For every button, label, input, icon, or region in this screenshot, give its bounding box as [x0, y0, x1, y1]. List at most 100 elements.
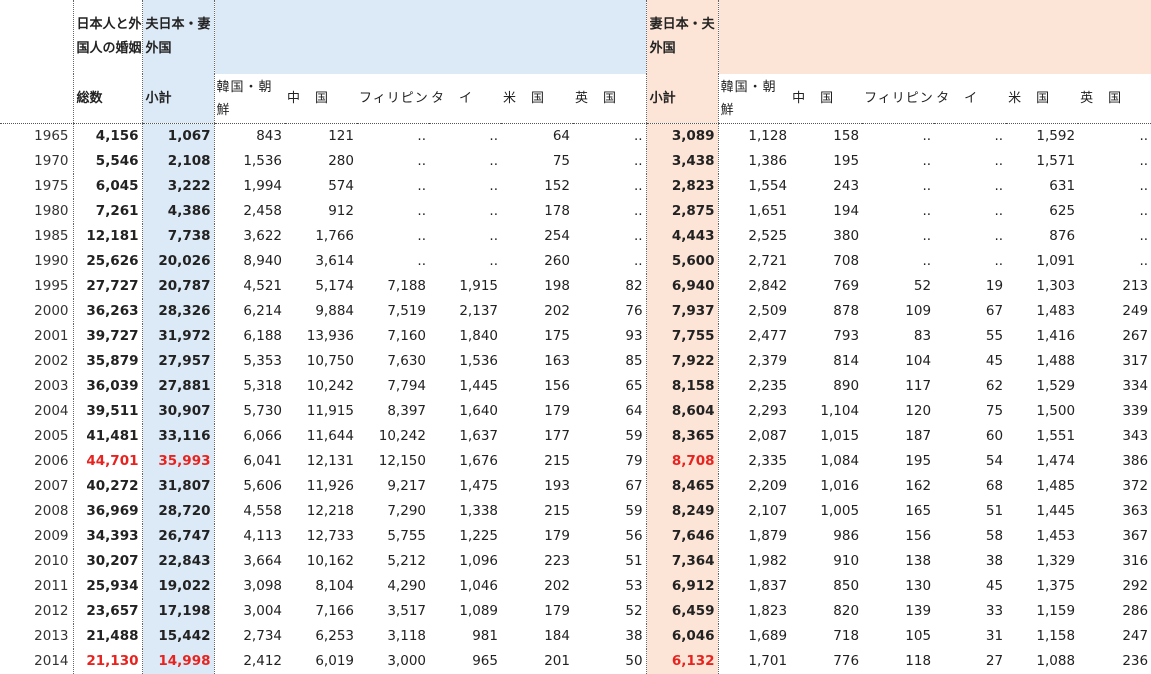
wife-country-cell: 27 — [985, 653, 1004, 669]
husband-country-cell: 8,397 — [387, 403, 426, 419]
wife-country-cell: 1,701 — [717, 649, 791, 674]
husband-country-cell: 6,214 — [213, 299, 285, 324]
wife-country-cell: 165 — [905, 503, 932, 519]
year-cell: 2007 — [34, 478, 69, 494]
husband-country-cell: 11,915 — [306, 403, 354, 419]
wife-country-cell: 850 — [833, 578, 860, 594]
husband-country-cell: 215 — [544, 503, 570, 519]
husband-country-header: フィリピン — [357, 74, 429, 124]
total-cell: 21,130 — [72, 649, 142, 674]
wife-country-cell: 1,474 — [1036, 453, 1076, 469]
wife-country-cell: 776 — [833, 653, 860, 669]
wife-country-cell: .. — [1139, 228, 1149, 244]
wife-subtotal-cell: 6,046 — [645, 624, 719, 649]
wife-country-cell: 625 — [1049, 203, 1076, 219]
wife-country-cell: 1,571 — [1036, 153, 1076, 169]
husband-country-cell: 3,004 — [213, 599, 285, 624]
husband-country-cell: 254 — [544, 228, 570, 244]
year-cell: 2013 — [34, 628, 69, 644]
wife-country-cell: .. — [1139, 128, 1149, 144]
total-cell: 25,934 — [72, 574, 142, 599]
husband-country-cell: 10,242 — [306, 378, 354, 394]
husband-country-cell: 1,096 — [459, 553, 498, 569]
wife-country-cell: 2,721 — [717, 249, 791, 274]
total-cell: 41,481 — [72, 424, 142, 449]
husband-subtotal-cell: 31,807 — [141, 474, 214, 499]
husband-country-cell: 6,066 — [213, 424, 285, 449]
husband-country-cell: 1,994 — [213, 174, 285, 199]
wife-country-cell: 117 — [905, 378, 932, 394]
wife-country-cell: 708 — [833, 253, 860, 269]
husband-subtotal-cell: 4,386 — [141, 199, 214, 224]
husband-country-cell: 7,794 — [387, 378, 426, 394]
husband-country-cell: 163 — [544, 353, 570, 369]
wife-country-cell: 1,016 — [820, 478, 860, 494]
husband-country-cell: 56 — [625, 528, 643, 544]
wife-country-cell: 60 — [985, 428, 1004, 444]
wife-country-cell: 83 — [913, 328, 932, 344]
husband-country-cell: 965 — [472, 653, 498, 669]
wife-subtotal-cell: 8,465 — [645, 474, 719, 499]
wife-country-cell: 1,128 — [717, 123, 791, 149]
husband-country-cell: 156 — [544, 378, 570, 394]
wife-country-cell: 2,107 — [717, 499, 791, 524]
husband-subtotal-cell: 2,108 — [141, 149, 214, 174]
husband-group-band — [213, 0, 647, 74]
husband-country-cell: 6,019 — [315, 653, 354, 669]
husband-country-cell: 2,734 — [213, 624, 285, 649]
husband-country-cell: 5,606 — [213, 474, 285, 499]
husband-country-cell: 5,174 — [315, 278, 354, 294]
husband-country-cell: 179 — [544, 603, 570, 619]
wife-country-cell: 2,209 — [717, 474, 791, 499]
wife-country-cell: .. — [994, 153, 1004, 169]
wife-country-cell: 1,500 — [1036, 403, 1076, 419]
husband-country-cell: 8,104 — [315, 578, 354, 594]
husband-subtotal-cell: 31,972 — [141, 324, 214, 349]
wife-country-cell: 187 — [905, 428, 932, 444]
wife-country-cell: 2,509 — [717, 299, 791, 324]
total-group-header: 日本人と外国人の婚姻 — [72, 0, 142, 74]
wife-subtotal-cell: 7,922 — [645, 349, 719, 374]
wife-country-header: 韓国・朝鮮 — [717, 74, 791, 124]
husband-subtotal-cell: 1,067 — [141, 123, 214, 149]
year-cell: 2002 — [34, 353, 69, 369]
header-corner-cell — [0, 0, 73, 74]
wife-country-cell: 195 — [833, 153, 860, 169]
husband-subtotal-cell: 7,738 — [141, 224, 214, 249]
husband-country-cell: .. — [633, 178, 643, 194]
wife-subtotal-cell: 7,646 — [645, 524, 719, 549]
wife-country-cell: 67 — [985, 303, 1004, 319]
wife-country-cell: .. — [922, 128, 932, 144]
table-row: 2005 41,481 33,116 6,066 11,644 10,242 1,637 17… — [0, 424, 1151, 449]
total-cell: 27,727 — [72, 274, 142, 299]
year-cell: 1975 — [34, 178, 69, 194]
husband-subtotal-cell: 22,843 — [141, 549, 214, 574]
table-row: 2008 36,969 28,720 4,558 12,218 7,290 1,338 215… — [0, 499, 1151, 524]
wife-country-cell: 339 — [1122, 403, 1149, 419]
wife-country-cell: 68 — [985, 478, 1004, 494]
husband-country-cell: 82 — [625, 278, 643, 294]
husband-country-cell: .. — [417, 128, 426, 144]
husband-country-cell: 175 — [544, 328, 570, 344]
year-cell: 1970 — [34, 153, 69, 169]
subtotal-label: 小計 — [649, 90, 676, 106]
wife-country-header: 英 国 — [1078, 74, 1151, 124]
husband-country-header: 韓国・朝鮮 — [213, 74, 285, 124]
total-cell: 12,181 — [72, 224, 142, 249]
husband-subtotal-cell: 33,116 — [141, 424, 214, 449]
wife-country-cell: 363 — [1122, 503, 1149, 519]
wife-country-cell: .. — [994, 203, 1004, 219]
wife-country-cell: 139 — [905, 603, 932, 619]
husband-country-cell: 76 — [625, 303, 643, 319]
total-cell: 44,701 — [72, 449, 142, 474]
husband-country-cell: .. — [633, 253, 643, 269]
total-cell: 5,546 — [72, 149, 142, 174]
country-label: 米 国 — [1008, 91, 1051, 106]
husband-country-cell: 1,640 — [459, 403, 498, 419]
country-label: フィリピン — [359, 91, 429, 106]
husband-country-cell: 11,644 — [306, 428, 354, 444]
wife-country-cell: 38 — [985, 553, 1004, 569]
wife-country-cell: 1,689 — [717, 624, 791, 649]
husband-country-cell: 6,188 — [213, 324, 285, 349]
husband-country-cell: 1,536 — [213, 149, 285, 174]
